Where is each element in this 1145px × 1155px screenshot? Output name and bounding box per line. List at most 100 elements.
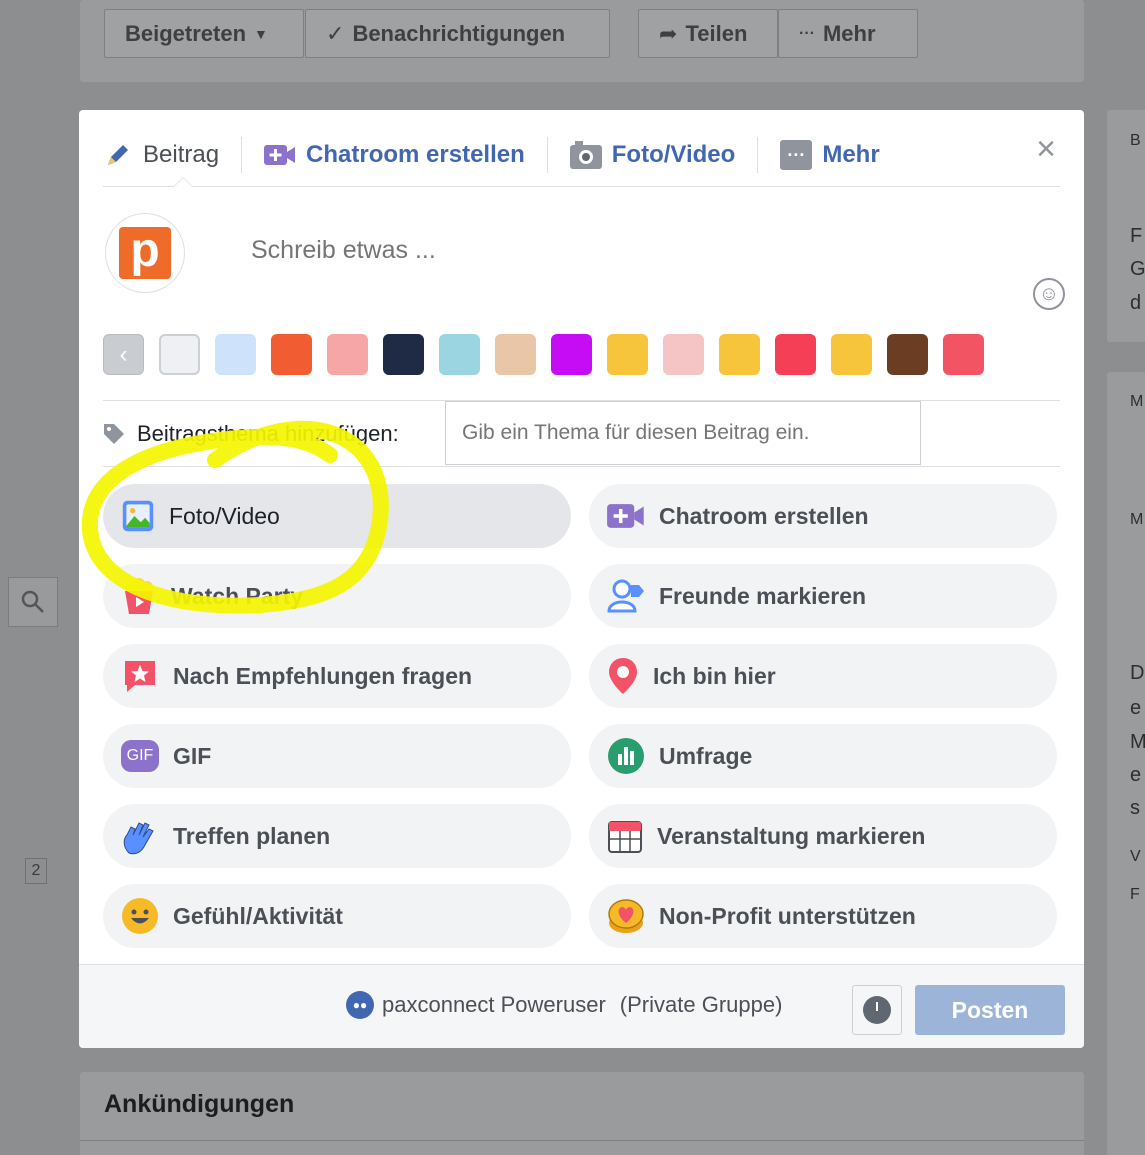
swatch[interactable] — [439, 334, 480, 375]
option-ask-recommendations[interactable]: Nach Empfehlungen fragen — [103, 644, 571, 708]
joined-label: Beigetreten — [125, 20, 247, 46]
tag-friends-icon — [607, 579, 644, 613]
sidebar-text: e — [1130, 764, 1142, 786]
swatch[interactable] — [607, 334, 648, 375]
search-icon[interactable] — [8, 577, 58, 627]
tab-more[interactable]: ··· Mehr — [758, 135, 901, 175]
emoji-icon[interactable]: ☺ — [1033, 278, 1065, 310]
sidebar-text: M — [1130, 393, 1144, 410]
option-label: Veranstaltung markieren — [657, 822, 926, 849]
clock-icon — [863, 996, 891, 1024]
popcorn-icon — [125, 578, 153, 614]
swatch[interactable] — [719, 334, 760, 375]
joined-button[interactable]: Beigetreten ▼ — [104, 9, 304, 58]
option-gif[interactable]: GIF GIF — [103, 724, 571, 788]
swatch-plain[interactable] — [159, 334, 200, 375]
option-feeling-activity[interactable]: Gefühl/Aktivität — [103, 884, 571, 948]
video-plus-icon — [264, 145, 296, 165]
option-support-nonprofit[interactable]: Non-Profit unterstützen — [589, 884, 1057, 948]
topic-row: Beitragsthema hinzufügen: — [103, 400, 1060, 467]
check-icon: ✓ — [326, 20, 345, 46]
option-tag-event[interactable]: Veranstaltung markieren — [589, 804, 1057, 868]
divider — [80, 1140, 1084, 1141]
swatch[interactable] — [327, 334, 368, 375]
composer-tabs: Beitrag Chatroom erstellen Foto/Video ··… — [103, 124, 1060, 187]
option-label: GIF — [173, 742, 212, 769]
sidebar-text: M — [1130, 731, 1145, 753]
option-photo-video[interactable]: Foto/Video — [103, 484, 571, 548]
post-text-input[interactable] — [251, 236, 751, 265]
tab-post[interactable]: Beitrag — [103, 135, 241, 175]
sidebar-text: V — [1130, 848, 1141, 865]
sidebar-text: F — [1130, 886, 1140, 903]
swatch[interactable] — [775, 334, 816, 375]
sidebar-text: M — [1130, 511, 1144, 528]
swatch[interactable] — [943, 334, 984, 375]
active-tab-indicator — [173, 177, 193, 187]
heart-coin-icon — [608, 899, 644, 933]
smiley-icon — [122, 898, 158, 934]
option-tag-friends[interactable]: Freunde markieren — [589, 564, 1057, 628]
swatch[interactable] — [383, 334, 424, 375]
option-check-in[interactable]: Ich bin hier — [589, 644, 1057, 708]
option-label: Umfrage — [659, 742, 753, 769]
sidebar-text: s — [1130, 797, 1140, 819]
share-button[interactable]: ➦ Teilen — [638, 9, 778, 58]
option-watch-party[interactable]: Watch Party — [103, 564, 571, 628]
swatch[interactable] — [887, 334, 928, 375]
option-poll[interactable]: Umfrage — [589, 724, 1057, 788]
swatch[interactable] — [495, 334, 536, 375]
option-chatroom[interactable]: Chatroom erstellen — [589, 484, 1057, 548]
topic-label-group: Beitragsthema hinzufügen: — [103, 421, 399, 447]
share-label: Teilen — [685, 20, 748, 46]
sidebar-text: B — [1130, 132, 1141, 149]
swatch[interactable] — [271, 334, 312, 375]
audience-selector[interactable]: ●● paxconnect Poweruser (Private Gruppe) — [346, 991, 782, 1019]
post-button[interactable]: Posten — [915, 985, 1065, 1035]
tab-photo-video[interactable]: Foto/Video — [548, 135, 758, 175]
schedule-button[interactable] — [852, 985, 902, 1035]
poll-icon — [608, 738, 644, 774]
sidebar-text: D — [1130, 662, 1145, 684]
share-arrow-icon: ➦ — [659, 20, 678, 46]
composer-footer: ●● paxconnect Poweruser (Private Gruppe)… — [79, 964, 1084, 1048]
tab-chatroom-label: Chatroom erstellen — [306, 141, 525, 168]
tab-chatroom[interactable]: Chatroom erstellen — [242, 135, 547, 175]
gif-icon: GIF — [121, 740, 159, 772]
swatch-prev-icon[interactable]: ‹ — [103, 334, 144, 375]
option-plan-meetup[interactable]: Treffen planen — [103, 804, 571, 868]
option-label: Freunde markieren — [659, 582, 867, 609]
topic-input[interactable] — [445, 401, 921, 465]
pencil-icon — [108, 145, 128, 165]
sidebar-text: F — [1130, 225, 1143, 247]
star-bubble-icon — [125, 661, 155, 692]
topic-label: Beitragsthema hinzufügen: — [137, 421, 399, 446]
option-label: Treffen planen — [173, 822, 331, 849]
sidebar-text: d — [1130, 292, 1142, 314]
post-composer-dialog: Beitrag Chatroom erstellen Foto/Video ··… — [79, 110, 1084, 1048]
tab-more-label: Mehr — [822, 141, 880, 168]
notifications-label: Benachrichtigungen — [352, 20, 566, 46]
swatch[interactable] — [831, 334, 872, 375]
close-icon[interactable]: × — [1030, 132, 1062, 166]
wave-hand-icon — [123, 822, 154, 855]
announcements-title: Ankündigungen — [104, 1090, 295, 1118]
swatch[interactable] — [551, 334, 592, 375]
option-label: Ich bin hier — [653, 662, 776, 689]
more-button[interactable]: ··· Mehr — [778, 9, 918, 58]
camera-icon — [569, 141, 602, 169]
tab-post-label: Beitrag — [143, 141, 220, 168]
group-name: paxconnect Poweruser — [382, 992, 606, 1017]
group-icon: ●● — [346, 991, 374, 1019]
video-plus-icon — [607, 504, 644, 528]
option-label: Watch Party — [171, 582, 304, 609]
swatch[interactable] — [663, 334, 704, 375]
swatch[interactable] — [215, 334, 256, 375]
background-swatches: ‹ — [103, 334, 984, 376]
option-label: Foto/Video — [169, 502, 280, 529]
caret-down-icon: ▼ — [254, 25, 268, 42]
option-label: Chatroom erstellen — [659, 502, 869, 529]
more-dots-icon: ··· — [799, 24, 815, 42]
avatar-logo: p — [119, 227, 171, 279]
notifications-button[interactable]: ✓ Benachrichtigungen — [305, 9, 610, 58]
